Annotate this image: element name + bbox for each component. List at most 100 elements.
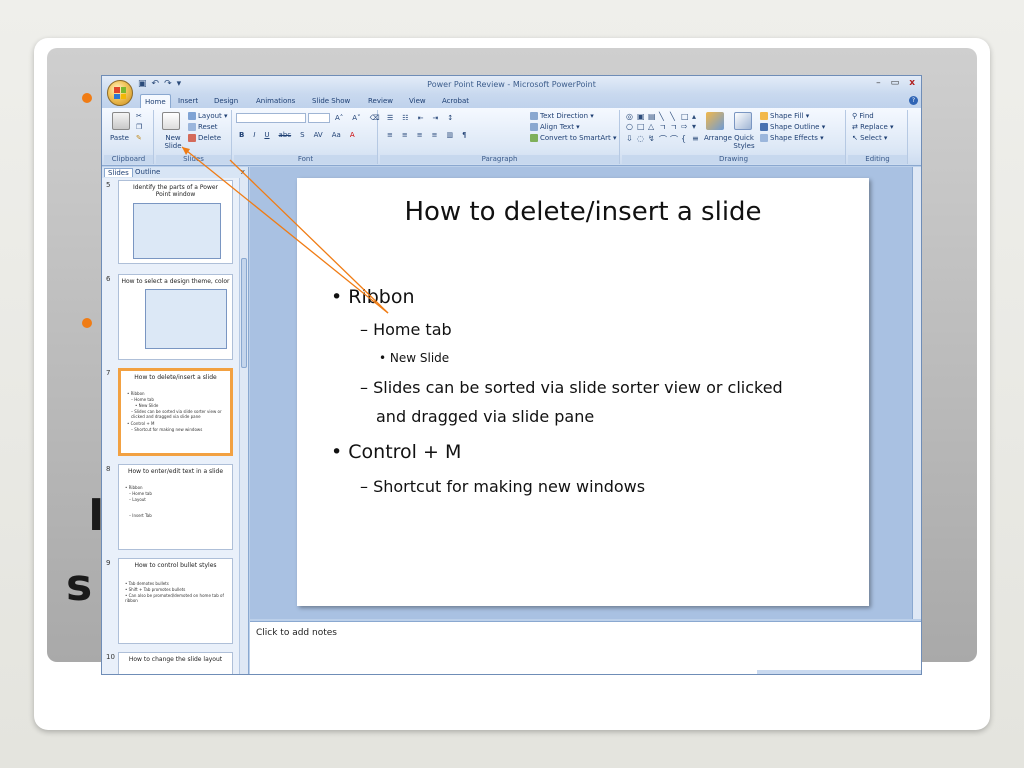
shrink-font-icon[interactable]: A˅ xyxy=(349,113,363,123)
thumbnail-line: – Slides can be sorted via slide sorter … xyxy=(131,409,222,419)
line-spacing-icon[interactable]: ↕ xyxy=(444,113,456,123)
office-button[interactable] xyxy=(107,80,133,106)
replace-icon: ⇄ xyxy=(852,123,861,131)
slide-thumbnail-8[interactable]: How to enter/edit text in a slide • Ribb… xyxy=(118,464,233,550)
grow-font-icon[interactable]: A˄ xyxy=(332,113,346,123)
shape-effects-icon xyxy=(760,134,768,142)
slide-editor: How to delete/insert a slide • Ribbon – … xyxy=(250,167,912,619)
tab-design[interactable]: Design xyxy=(210,96,242,106)
shadow-icon[interactable]: S xyxy=(297,130,307,140)
change-case-icon[interactable]: Aa xyxy=(329,130,344,140)
pane-scrollbar-thumb[interactable] xyxy=(241,258,247,368)
slide-thumbnail-9[interactable]: How to control bullet styles • Tab demot… xyxy=(118,558,233,644)
format-painter-icon[interactable]: ✎ xyxy=(136,134,142,142)
slide-thumbnail-6[interactable]: How to select a design theme, color xyxy=(118,274,233,360)
bullet-level-2[interactable]: – Shortcut for making new windows xyxy=(360,477,645,496)
rtl-icon[interactable]: ¶ xyxy=(459,130,469,140)
select-button[interactable]: ↖ Select ▾ xyxy=(852,134,887,142)
font-color-icon[interactable]: A xyxy=(347,130,358,140)
columns-icon[interactable]: ▥ xyxy=(444,130,457,140)
pane-close-icon[interactable]: x xyxy=(241,168,245,176)
reset-button[interactable]: Reset xyxy=(188,123,218,131)
tab-outline[interactable]: Outline xyxy=(132,168,163,176)
shape-effects-button[interactable]: Shape Effects ▾ xyxy=(760,134,824,142)
bullet-marker: • xyxy=(331,286,343,308)
slide-thumbnail-10[interactable]: How to change the slide layout xyxy=(118,652,233,674)
align-left-icon[interactable]: ≡ xyxy=(384,130,396,140)
tab-animations[interactable]: Animations xyxy=(252,96,299,106)
delete-button[interactable]: Delete xyxy=(188,134,221,142)
drawing-group-label: Drawing xyxy=(622,155,845,164)
shape-outline-icon xyxy=(760,123,768,131)
arrange-icon[interactable] xyxy=(706,112,724,130)
layout-button[interactable]: Layout ▾ xyxy=(188,112,228,120)
status-bar xyxy=(757,670,921,674)
arrange-button[interactable]: Arrange xyxy=(704,134,732,142)
tab-slide-show[interactable]: Slide Show xyxy=(308,96,354,106)
tab-review[interactable]: Review xyxy=(364,96,397,106)
quick-styles-icon[interactable] xyxy=(734,112,752,130)
tab-slides[interactable]: Slides xyxy=(104,168,133,177)
minimize-button[interactable]: – xyxy=(876,78,881,88)
char-spacing-icon[interactable]: AV xyxy=(311,130,326,140)
slide-thumbnail-5[interactable]: Identify the parts of a Power Point wind… xyxy=(118,180,233,264)
cut-icon[interactable]: ✂ xyxy=(136,112,142,120)
text-direction-button[interactable]: Text Direction ▾ xyxy=(530,112,594,120)
paste-button[interactable]: Paste xyxy=(110,134,129,142)
pane-tabs: Slides Outline x xyxy=(102,167,248,178)
align-center-icon[interactable]: ≡ xyxy=(399,130,411,140)
slide-title[interactable]: How to delete/insert a slide xyxy=(297,197,869,227)
thumbnail-line: • Shift + Tab promotes bullets xyxy=(125,587,186,592)
slide-number: 6 xyxy=(106,275,111,283)
slide-thumbnail-7[interactable]: How to delete/insert a slide • Ribbon – … xyxy=(118,368,233,456)
thumbnail-line: – Layout xyxy=(129,497,146,502)
bullet-level-1[interactable]: • Control + M xyxy=(331,441,461,463)
shape-fill-button[interactable]: Shape Fill ▾ xyxy=(760,112,809,120)
bullet-level-2-continuation[interactable]: and dragged via slide pane xyxy=(376,407,594,426)
font-group: A˄ A˅ ⌫ B I U abc S AV Aa A Font xyxy=(234,110,380,164)
italic-icon[interactable]: I xyxy=(250,130,258,140)
copy-icon[interactable]: ❐ xyxy=(136,123,142,131)
slide-canvas[interactable]: How to delete/insert a slide • Ribbon – … xyxy=(297,178,869,606)
align-text-button[interactable]: Align Text ▾ xyxy=(530,123,580,131)
quick-styles-button[interactable]: Quick Styles xyxy=(732,134,756,150)
font-size-combo[interactable] xyxy=(308,113,330,123)
tab-view[interactable]: View xyxy=(405,96,430,106)
bullet-level-2[interactable]: – Home tab xyxy=(360,320,452,339)
delete-label: Delete xyxy=(198,134,221,142)
new-slide-button[interactable]: New Slide xyxy=(160,134,186,150)
shape-outline-button[interactable]: Shape Outline ▾ xyxy=(760,123,825,131)
tab-insert[interactable]: Insert xyxy=(174,96,202,106)
tab-acrobat[interactable]: Acrobat xyxy=(438,96,473,106)
decrease-indent-icon[interactable]: ⇤ xyxy=(415,113,427,123)
tab-home[interactable]: Home xyxy=(140,94,171,108)
increase-indent-icon[interactable]: ⇥ xyxy=(429,113,441,123)
replace-button[interactable]: ⇄ Replace ▾ xyxy=(852,123,894,131)
orange-bullet-2 xyxy=(82,318,92,328)
slide-number: 8 xyxy=(106,465,111,473)
maximize-button[interactable]: ▭ xyxy=(891,78,900,88)
find-button[interactable]: ⚲ Find xyxy=(852,112,874,120)
bullet-level-2[interactable]: – Slides can be sorted via slide sorter … xyxy=(360,378,783,397)
bullets-icon[interactable]: ☰ xyxy=(384,113,396,123)
bullet-level-1[interactable]: • Ribbon xyxy=(331,286,415,308)
font-name-combo[interactable] xyxy=(236,113,306,123)
new-slide-icon[interactable] xyxy=(162,112,180,130)
help-icon[interactable]: ? xyxy=(909,96,918,105)
editor-scrollbar[interactable] xyxy=(912,167,921,619)
strikethrough-icon[interactable]: abc xyxy=(276,130,295,140)
notes-pane[interactable]: Click to add notes xyxy=(250,621,921,674)
thumbnail-line: • Control + M xyxy=(127,421,155,426)
convert-smartart-button[interactable]: Convert to SmartArt ▾ xyxy=(530,134,617,142)
paste-icon[interactable] xyxy=(112,112,130,130)
underline-icon[interactable]: U xyxy=(261,130,272,140)
pane-scrollbar[interactable] xyxy=(239,178,248,674)
shapes-gallery[interactable]: ◎ ▣ ▤ ╲ ╲ □ ▴ ○ □ △ ㄱㄱ ⇨ ▾ ⇩ ◌ ↯ ⌒ ⌒{≡ xyxy=(626,112,702,145)
close-button[interactable]: x xyxy=(909,78,915,88)
numbering-icon[interactable]: ☷ xyxy=(399,113,411,123)
paragraph-group: ☰ ☷ ⇤ ⇥ ↕ ≡ ≡ ≡ ≡ ▥ ¶ Text Direction ▾ Align Text… xyxy=(380,110,620,164)
align-right-icon[interactable]: ≡ xyxy=(414,130,426,140)
bullet-level-3[interactable]: • New Slide xyxy=(379,351,449,365)
bold-icon[interactable]: B xyxy=(236,130,247,140)
justify-icon[interactable]: ≡ xyxy=(429,130,441,140)
